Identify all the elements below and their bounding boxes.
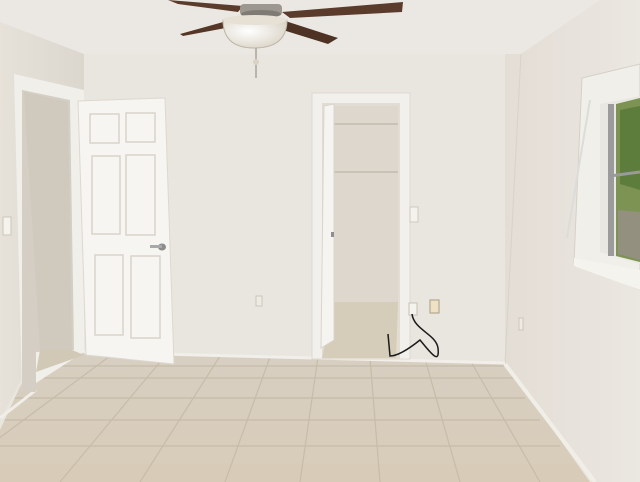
door-lever[interactable] (150, 245, 162, 248)
wall-outlet (429, 299, 440, 314)
wall-outlet-left (408, 302, 418, 316)
window-mullion (608, 104, 614, 256)
light-switch[interactable] (2, 216, 12, 236)
window-fence (618, 210, 640, 260)
closet-back-wall (334, 106, 398, 302)
closet-door-knob[interactable] (331, 232, 334, 237)
closet-light-switch[interactable] (409, 206, 419, 223)
six-panel-door[interactable] (77, 97, 175, 365)
wall-plate (255, 295, 263, 307)
right-wall-outlet (518, 317, 524, 331)
window-foliage-dark (620, 106, 640, 190)
closet-doorway (311, 92, 411, 360)
fan-pull-bead (253, 59, 259, 65)
fan-globe-rim (223, 15, 287, 25)
room-scene (0, 0, 640, 482)
bedroom-photo (0, 0, 640, 482)
